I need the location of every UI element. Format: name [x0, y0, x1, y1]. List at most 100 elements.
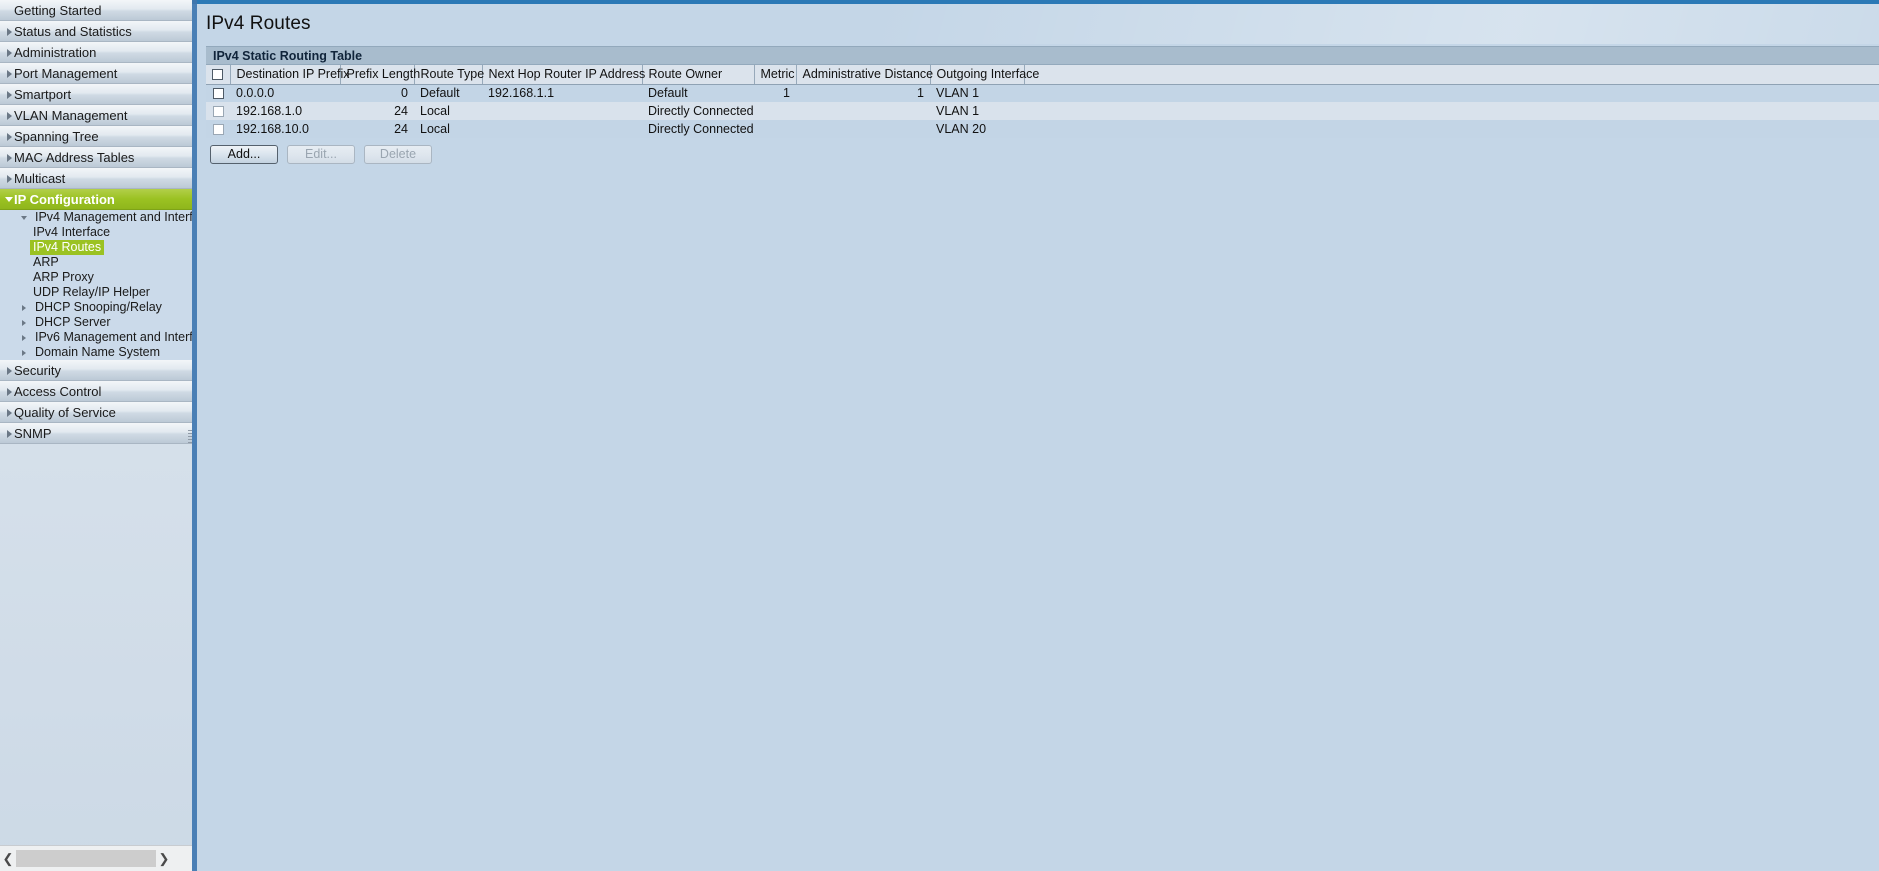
- sidebar-item-domain-name-system[interactable]: Domain Name System: [0, 345, 192, 360]
- sidebar-item-label: VLAN Management: [14, 108, 128, 123]
- twisty-glyph: [22, 349, 26, 356]
- chevron-right-icon[interactable]: [3, 105, 15, 126]
- sidebar-item-spanning-tree[interactable]: Spanning Tree: [0, 126, 192, 147]
- scroll-left-arrow-icon[interactable]: ❮: [0, 846, 16, 871]
- sidebar-item-getting-started[interactable]: Getting Started: [0, 0, 192, 21]
- row-checkbox[interactable]: [212, 124, 224, 136]
- sidebar-item-label: Access Control: [14, 384, 102, 399]
- scroll-right-arrow-icon[interactable]: ❯: [156, 846, 172, 871]
- column-header-administrative-distance[interactable]: Administrative Distance: [796, 65, 933, 85]
- sidebar-item-administration[interactable]: Administration: [0, 42, 192, 63]
- cell-next-hop-router-ip-address: [482, 120, 642, 138]
- chevron-down-icon[interactable]: [3, 189, 15, 210]
- cell-administrative-distance: [796, 120, 930, 138]
- sidebar-item-multicast[interactable]: Multicast: [0, 168, 192, 189]
- edit-button[interactable]: Edit...: [287, 144, 355, 164]
- chevron-right-icon[interactable]: [18, 300, 30, 315]
- sidebar-item-arp-proxy[interactable]: ARP Proxy: [0, 270, 192, 285]
- cell-outgoing-interface: VLAN 20: [930, 120, 1024, 138]
- sidebar-item-smartport[interactable]: Smartport: [0, 84, 192, 105]
- row-select-cell[interactable]: [206, 84, 230, 102]
- chevron-right-icon[interactable]: [18, 315, 30, 330]
- cell-destination-ip-prefix: 192.168.10.0: [230, 120, 340, 138]
- sidebar-item-ipv6-management-and-interfac[interactable]: IPv6 Management and Interfac: [0, 330, 192, 345]
- column-header-destination-ip-prefix[interactable]: Destination IP Prefix: [230, 65, 350, 85]
- sidebar-item-dhcp-snooping-relay[interactable]: DHCP Snooping/Relay: [0, 300, 192, 315]
- sidebar-top-level-list: Getting Started Status and Statistics Admi…: [0, 0, 192, 210]
- row-checkbox[interactable]: [212, 106, 224, 118]
- chevron-right-icon[interactable]: [3, 42, 15, 63]
- sidebar-item-access-control[interactable]: Access Control: [0, 381, 192, 402]
- sidebar-item-ipv4-routes[interactable]: IPv4 Routes: [0, 240, 192, 255]
- chevron-right-icon[interactable]: [3, 402, 15, 423]
- column-header-next-hop-router-ip-address[interactable]: Next Hop Router IP Address: [482, 65, 645, 85]
- twisty-glyph: [6, 153, 12, 162]
- table-row[interactable]: 192.168.10.0 24 Local Directly Connected VLA…: [206, 120, 1879, 138]
- twisty-glyph: [5, 197, 13, 202]
- sidebar-item-label: ARP: [33, 255, 59, 269]
- sidebar-item-label: SNMP: [14, 426, 52, 441]
- cell-route-owner: Directly Connected: [642, 120, 754, 138]
- chevron-right-icon[interactable]: [3, 84, 15, 105]
- chevron-right-icon[interactable]: [18, 345, 30, 360]
- column-header-prefix-length[interactable]: Prefix Length: [340, 65, 420, 85]
- scrollbar-thumb[interactable]: [16, 850, 156, 867]
- sidebar-item-status-and-statistics[interactable]: Status and Statistics: [0, 21, 192, 42]
- routing-table-panel: IPv4 Static Routing Table Destination IP…: [206, 46, 1879, 167]
- sidebar-item-label: Spanning Tree: [14, 129, 99, 144]
- twisty-glyph: [6, 132, 12, 141]
- main-content-area: IPv4 Routes IPv4 Static Routing Table De…: [197, 4, 1879, 871]
- sidebar-item-label: IPv4 Routes: [30, 240, 105, 255]
- column-header-route-owner[interactable]: Route Owner: [642, 65, 755, 85]
- sidebar-item-ipv4-management-and-interfac[interactable]: IPv4 Management and Interfac: [0, 210, 192, 225]
- row-select-cell[interactable]: [206, 120, 230, 138]
- cell-route-type: Default: [414, 84, 482, 102]
- sidebar-item-ip-configuration[interactable]: IP Configuration: [0, 189, 192, 210]
- sidebar-item-dhcp-server[interactable]: DHCP Server: [0, 315, 192, 330]
- cell-filler: [1024, 102, 1879, 120]
- content-sheen-decoration: [197, 4, 1879, 44]
- sidebar-item-arp[interactable]: ARP: [0, 255, 192, 270]
- column-header-metric[interactable]: Metric: [754, 65, 797, 85]
- chevron-right-icon[interactable]: [3, 63, 15, 84]
- select-all-checkbox[interactable]: [212, 69, 224, 81]
- sidebar-item-mac-address-tables[interactable]: MAC Address Tables: [0, 147, 192, 168]
- add-button[interactable]: Add...: [210, 144, 278, 164]
- sidebar-item-udp-relay-ip-helper[interactable]: UDP Relay/IP Helper: [0, 285, 192, 300]
- chevron-right-icon[interactable]: [3, 21, 15, 42]
- chevron-right-icon[interactable]: [3, 360, 15, 381]
- cell-administrative-distance: 1: [796, 84, 930, 102]
- chevron-right-icon[interactable]: [3, 423, 15, 444]
- column-header-outgoing-interface[interactable]: Outgoing Interface: [930, 65, 1039, 85]
- row-select-cell[interactable]: [206, 102, 230, 120]
- chevron-right-icon[interactable]: [3, 168, 15, 189]
- sidebar-item-snmp[interactable]: SNMP: [0, 423, 192, 444]
- table-row[interactable]: 0.0.0.0 0 Default 192.168.1.1 Default 1 1 VLAN …: [206, 84, 1879, 102]
- chevron-right-icon[interactable]: [3, 126, 15, 147]
- column-header-route-type[interactable]: Route Type: [414, 65, 484, 85]
- select-all-header[interactable]: [206, 65, 231, 85]
- table-body: 0.0.0.0 0 Default 192.168.1.1 Default 1 1 VLAN …: [206, 84, 1879, 138]
- table-row[interactable]: 192.168.1.0 24 Local Directly Connected VLAN…: [206, 102, 1879, 120]
- sidebar-item-ipv4-interface[interactable]: IPv4 Interface: [0, 225, 192, 240]
- sidebar-item-vlan-management[interactable]: VLAN Management: [0, 105, 192, 126]
- column-header-filler: [1024, 65, 1879, 85]
- sidebar-horizontal-scrollbar[interactable]: ❮ ❯: [0, 845, 192, 871]
- twisty-glyph: [6, 90, 12, 99]
- chevron-right-icon[interactable]: [3, 147, 15, 168]
- cell-prefix-length: 0: [340, 84, 414, 102]
- row-checkbox[interactable]: [212, 88, 224, 100]
- twisty-glyph: [6, 69, 12, 78]
- sidebar-item-quality-of-service[interactable]: Quality of Service: [0, 402, 192, 423]
- sidebar-item-label: Administration: [14, 45, 97, 60]
- cell-outgoing-interface: VLAN 1: [930, 84, 1024, 102]
- chevron-right-icon[interactable]: [3, 381, 15, 402]
- chevron-down-icon[interactable]: [18, 210, 30, 225]
- cell-metric: [754, 102, 796, 120]
- sidebar-item-port-management[interactable]: Port Management: [0, 63, 192, 84]
- twisty-glyph: [6, 174, 12, 183]
- chevron-right-icon[interactable]: [18, 330, 30, 345]
- cell-prefix-length: 24: [340, 102, 414, 120]
- delete-button[interactable]: Delete: [364, 144, 432, 164]
- sidebar-item-security[interactable]: Security: [0, 360, 192, 381]
